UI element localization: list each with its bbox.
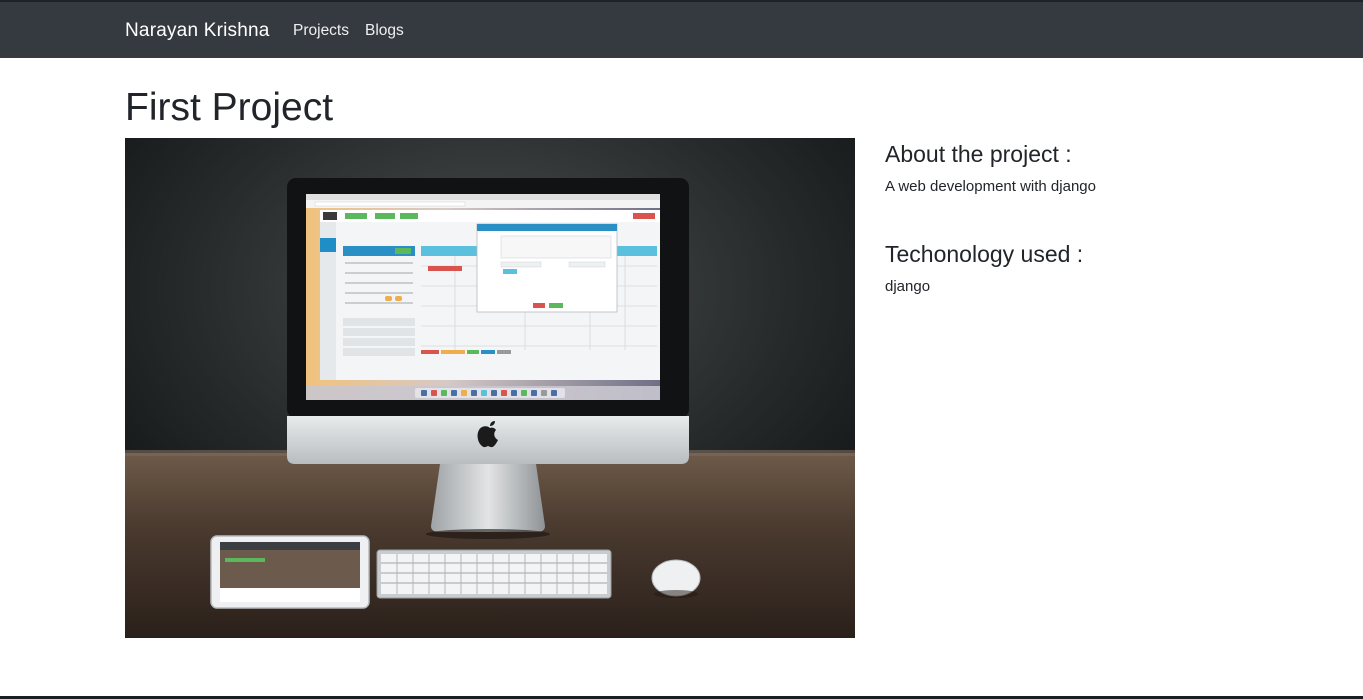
project-image: [125, 138, 855, 638]
top-navbar: Narayan Krishna Projects Blogs: [0, 0, 1363, 58]
nav-link-projects[interactable]: Projects: [293, 22, 349, 40]
project-image-illustration: [125, 138, 855, 638]
technology-text: django: [885, 278, 931, 295]
navbar-brand[interactable]: Narayan Krishna: [125, 20, 270, 42]
page-title: First Project: [125, 86, 334, 129]
technology-heading: Techonology used :: [885, 241, 1084, 267]
about-heading: About the project :: [885, 141, 1072, 167]
about-text: A web development with django: [885, 178, 1096, 195]
nav-link-blogs[interactable]: Blogs: [365, 22, 404, 40]
